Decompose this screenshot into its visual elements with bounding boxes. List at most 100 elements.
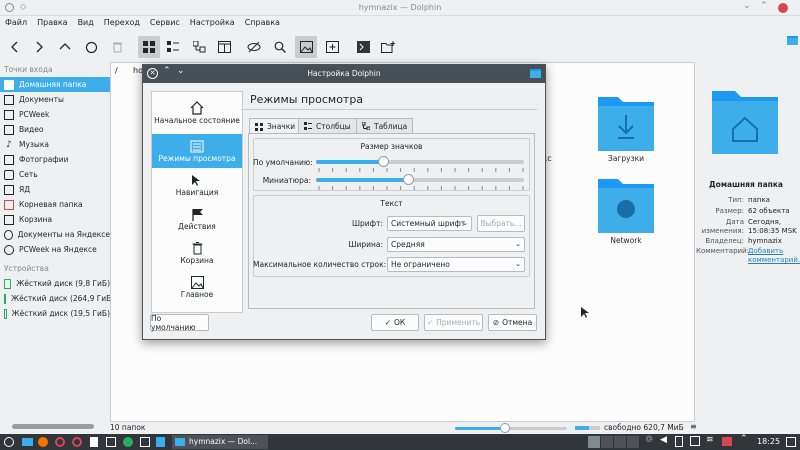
ok-button[interactable]: ✓ ОК (371, 314, 419, 331)
menu-tools[interactable]: Сервис (145, 16, 185, 29)
apply-button[interactable]: ✓ Применить (424, 314, 483, 331)
info-value: hymnazix (748, 237, 782, 245)
network-folder-icon[interactable] (596, 175, 656, 235)
menu-view[interactable]: Вид (73, 16, 99, 29)
desktop-pager-3[interactable] (614, 436, 626, 448)
choose-font-button[interactable]: Выбрать... (477, 215, 525, 232)
yandex-browser-icon[interactable] (72, 437, 82, 447)
minimize-icon[interactable]: ⌄ (743, 1, 751, 11)
split-view-button[interactable] (213, 36, 235, 58)
desktop-pager-1[interactable] (588, 436, 600, 448)
home-icon (4, 79, 14, 90)
place-root[interactable]: Корневая папка (0, 197, 110, 212)
preview-size-slider[interactable] (316, 174, 524, 185)
nav-startup[interactable]: Начальное состояние (152, 92, 242, 134)
preview-button[interactable] (295, 36, 317, 58)
place-network[interactable]: Сеть (0, 167, 110, 182)
add-comment-link[interactable]: Добавить комментарий... (748, 247, 800, 265)
document-icon[interactable] (90, 437, 98, 447)
place-yandex-pcweek[interactable]: PCWeek на Яндексе (0, 242, 110, 257)
app-icon[interactable] (123, 437, 133, 447)
desktop-pager-2[interactable] (601, 436, 613, 448)
close-icon[interactable] (778, 3, 788, 13)
chrome-icon[interactable] (38, 437, 48, 447)
compact-view-button[interactable] (162, 36, 184, 58)
menu-edit[interactable]: Правка (32, 16, 72, 29)
trash-button[interactable] (106, 36, 128, 58)
forward-button[interactable] (28, 36, 50, 58)
menu-help[interactable]: Справка (240, 16, 285, 29)
devices-icon[interactable] (690, 436, 700, 446)
terminal-icon[interactable] (140, 437, 150, 447)
folder-label: Загрузки (608, 154, 644, 163)
place-trash[interactable]: Корзина (0, 212, 110, 227)
icons-view-button[interactable] (138, 36, 160, 58)
wifi-icon[interactable]: ≋ (706, 435, 714, 445)
zoom-slider[interactable] (455, 423, 567, 433)
place-documents[interactable]: Документы (0, 92, 110, 107)
hidden-files-button[interactable] (243, 36, 265, 58)
tab-icons[interactable]: Значки (249, 118, 302, 134)
sidebar-scrollbar[interactable] (12, 424, 94, 429)
cancel-button[interactable]: ⊘ Отмена (488, 314, 537, 331)
nav-navigation[interactable]: Навигация (152, 168, 242, 202)
maximize-icon[interactable]: ⌃ (760, 1, 768, 11)
terminal-button[interactable] (352, 36, 374, 58)
reload-button[interactable] (80, 36, 102, 58)
app-launcher-icon[interactable] (4, 437, 14, 447)
place-yandex-docs[interactable]: Документы на Яндексе (0, 227, 110, 242)
volume-icon[interactable]: ◀ (660, 435, 667, 445)
max-lines-select[interactable]: Не ограничено ⌄ (387, 257, 525, 272)
menu-file[interactable]: Файл (0, 16, 32, 29)
clipboard-icon[interactable] (675, 436, 683, 447)
show-desktop-icon[interactable] (786, 437, 796, 447)
preview-size-label: Миниатюра: (262, 176, 311, 185)
dolphin-icon[interactable] (106, 437, 116, 447)
new-tab-button[interactable] (321, 36, 343, 58)
slider-handle[interactable] (377, 156, 389, 167)
device-disk-1[interactable]: Жёсткий диск (9,8 ГиБ) (0, 276, 110, 291)
info-key: Тип: (728, 196, 744, 204)
font-select[interactable]: Системный шрифт ⌄ (387, 216, 472, 231)
nav-general[interactable]: Главное (152, 270, 242, 304)
slider-handle[interactable] (402, 174, 414, 185)
app-icon[interactable] (156, 437, 165, 447)
zoom-slider-handle[interactable] (500, 423, 511, 433)
files-icon[interactable] (22, 438, 33, 446)
place-yadisk[interactable]: ЯД (0, 182, 110, 197)
place-music[interactable]: ♪ Музыка (0, 137, 110, 152)
nav-trash[interactable]: Корзина (152, 236, 242, 270)
flag-icon[interactable] (722, 437, 732, 446)
desktop-pager-4[interactable] (627, 436, 639, 448)
place-pcweek[interactable]: PCWeek (0, 107, 110, 122)
menu-icon[interactable]: ≡ (690, 422, 697, 431)
info-key: Владелец: (705, 237, 744, 245)
nav-actions[interactable]: Действия (152, 202, 242, 236)
chevron-up-icon[interactable]: ⌃ (740, 434, 748, 444)
place-home[interactable]: Домашняя папка (0, 77, 110, 92)
new-folder-button[interactable] (377, 36, 399, 58)
device-disk-2[interactable]: Жёсткий диск (264,9 ГиБ) (0, 291, 114, 306)
free-space-fill (575, 426, 589, 430)
tab-columns[interactable]: Столбцы (298, 118, 357, 133)
width-select[interactable]: Средняя ⌄ (387, 237, 525, 252)
place-photos[interactable]: Фотографии (0, 152, 110, 167)
menu-go[interactable]: Переход (99, 16, 145, 29)
flag-icon (191, 208, 203, 221)
back-button[interactable] (4, 36, 26, 58)
defaults-button[interactable]: По умолчанию (150, 314, 209, 332)
search-button[interactable] (269, 36, 291, 58)
opera-icon[interactable] (55, 437, 65, 447)
clock[interactable]: 18:25 (757, 437, 780, 446)
device-disk-3[interactable]: Жёсткий диск (19,5 ГиБ) (0, 306, 110, 321)
place-video[interactable]: Видео (0, 122, 110, 137)
up-button[interactable] (54, 36, 76, 58)
menu-settings[interactable]: Настройка (185, 16, 240, 29)
nav-view-modes[interactable]: Режимы просмотра (152, 134, 242, 168)
details-view-button[interactable] (188, 36, 210, 58)
task-dolphin[interactable]: hymnazix — Dol... (172, 435, 268, 449)
default-size-slider[interactable] (316, 156, 524, 167)
downloads-folder-icon[interactable] (596, 93, 656, 153)
sync-icon[interactable]: ♲ (645, 435, 653, 445)
tab-details[interactable]: Таблица (356, 118, 414, 133)
